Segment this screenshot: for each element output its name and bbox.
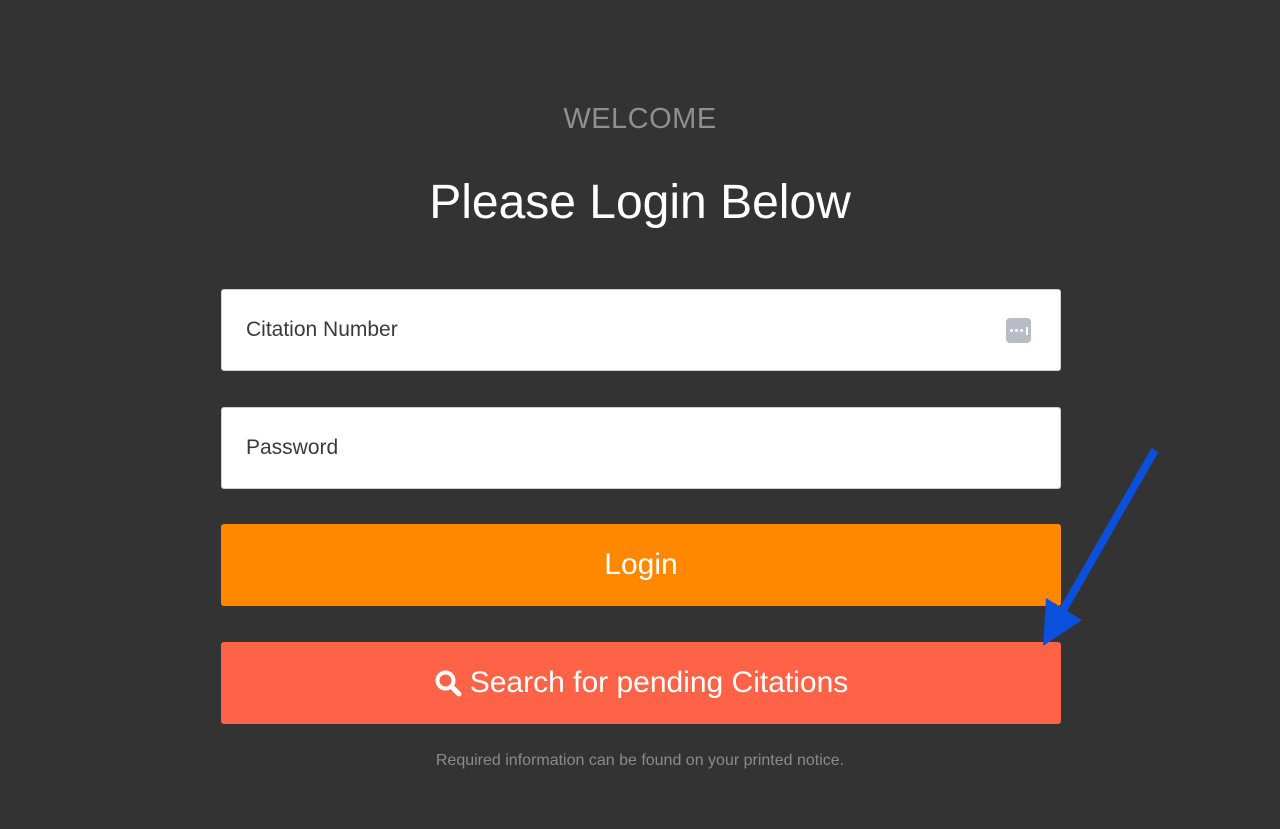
search-pending-citations-button[interactable]: Search for pending Citations (221, 642, 1061, 724)
password-field (221, 407, 1061, 489)
keychain-autofill-icon[interactable] (1006, 318, 1031, 343)
printed-notice-hint: Required information can be found on you… (435, 752, 845, 769)
login-button-label: Login (604, 548, 678, 581)
password-input[interactable] (222, 408, 1060, 488)
citation-number-input[interactable] (222, 290, 1060, 370)
page-title: Please Login Below (429, 176, 851, 229)
login-button[interactable]: Login (221, 524, 1061, 606)
citation-number-field (221, 289, 1061, 371)
search-button-label: Search for pending Citations (469, 666, 849, 699)
welcome-heading: WELCOME (563, 103, 717, 135)
search-icon (435, 670, 462, 697)
